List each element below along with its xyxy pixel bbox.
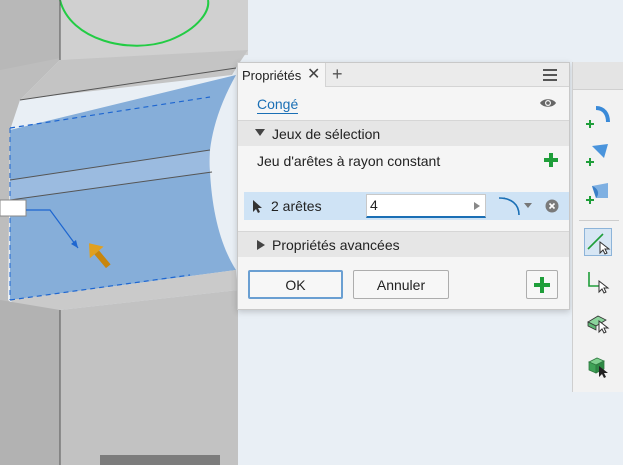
select-feature-icon bbox=[587, 315, 610, 334]
fillet-full-round-tool[interactable] bbox=[584, 178, 612, 206]
select-feature-tool[interactable] bbox=[584, 308, 612, 336]
expand-triangle-icon bbox=[257, 240, 265, 250]
select-solid-icon bbox=[588, 357, 608, 378]
edge-set-row: Jeu d'arêtes à rayon constant bbox=[238, 146, 569, 176]
section-title: Propriétés avancées bbox=[272, 237, 400, 253]
ok-button[interactable]: OK bbox=[248, 270, 343, 299]
tab-label: Propriétés bbox=[242, 67, 302, 83]
chevron-down-icon[interactable] bbox=[524, 203, 532, 208]
select-edge-tool[interactable] bbox=[584, 228, 612, 256]
add-tab-icon[interactable]: + bbox=[332, 65, 343, 83]
apply-button[interactable] bbox=[526, 270, 558, 299]
green-plus-icon bbox=[534, 276, 550, 293]
edge-selection-row[interactable]: 2 arêtes 4 bbox=[244, 192, 569, 220]
cancel-button[interactable]: Annuler bbox=[353, 270, 449, 299]
eye-icon[interactable] bbox=[539, 97, 557, 109]
full-round-fillet-icon bbox=[586, 183, 608, 204]
arrow-cursor-icon bbox=[253, 200, 262, 213]
radius-input[interactable]: 4 bbox=[366, 194, 486, 218]
section-title: Jeux de sélection bbox=[272, 126, 381, 142]
circle-x-icon[interactable] bbox=[545, 199, 559, 213]
close-icon[interactable]: ✕ bbox=[307, 66, 320, 84]
toolbar-header bbox=[573, 62, 623, 90]
advanced-section-header[interactable]: Propriétés avancées bbox=[238, 231, 569, 257]
feature-header: Congé bbox=[238, 87, 569, 120]
fillet-edge-tool[interactable] bbox=[584, 102, 612, 130]
selection-section-header[interactable]: Jeux de sélection bbox=[238, 120, 569, 146]
play-arrow-icon[interactable] bbox=[474, 202, 480, 210]
select-edge-icon bbox=[587, 233, 611, 255]
select-loop-icon bbox=[588, 272, 610, 294]
fillet-edge-icon bbox=[586, 106, 610, 128]
selection-toolbar bbox=[572, 62, 623, 392]
fillet-face-tool[interactable] bbox=[584, 140, 612, 168]
feature-name[interactable]: Congé bbox=[257, 96, 299, 114]
fillet-face-icon bbox=[586, 144, 608, 166]
fillet-profile-icon[interactable] bbox=[497, 195, 523, 217]
edge-count: 2 arêtes bbox=[271, 198, 322, 214]
properties-panel: Propriétés ✕ + Congé Jeux de sélection J… bbox=[237, 62, 570, 310]
select-loop-tool[interactable] bbox=[584, 268, 612, 296]
green-plus-icon[interactable] bbox=[543, 152, 559, 168]
collapse-triangle-icon bbox=[255, 129, 265, 136]
select-solid-tool[interactable] bbox=[584, 352, 612, 380]
panel-tab-bar: Propriétés ✕ + bbox=[238, 63, 569, 87]
hamburger-menu-icon[interactable] bbox=[543, 69, 557, 81]
edge-set-label: Jeu d'arêtes à rayon constant bbox=[257, 153, 441, 169]
